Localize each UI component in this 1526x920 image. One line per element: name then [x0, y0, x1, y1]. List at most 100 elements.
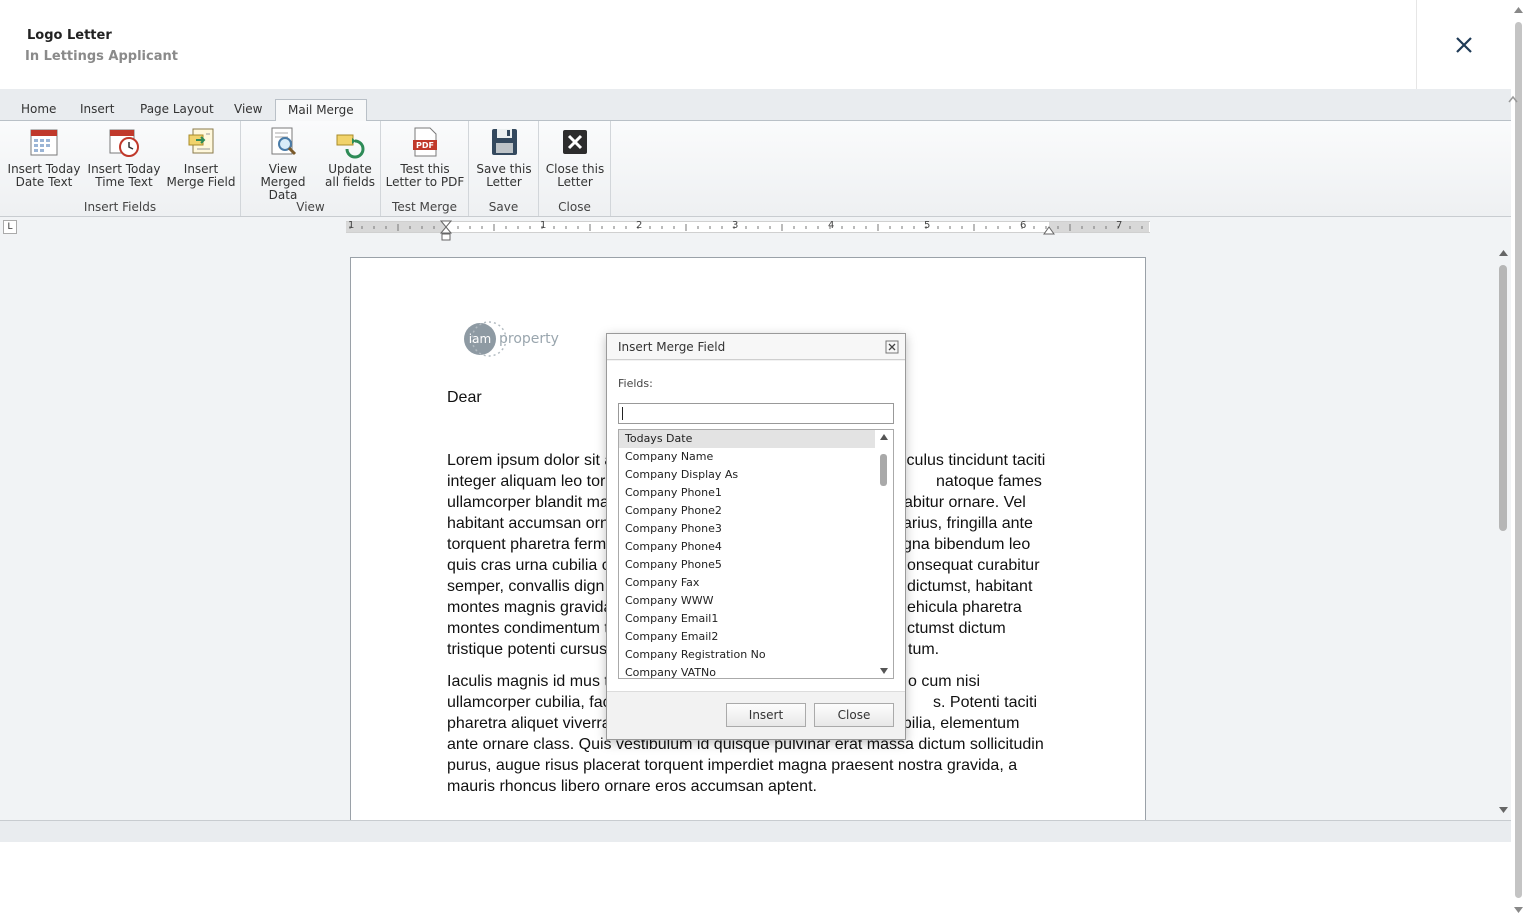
document-scrollbar-thumb[interactable] — [1499, 265, 1507, 531]
group-label-view: View — [296, 200, 325, 214]
line-text-right: gna bibendum leo — [903, 536, 1031, 553]
calendar-icon — [30, 129, 58, 156]
update-all-fields-button[interactable]: Update all fields — [323, 125, 377, 189]
group-insert-fields: Insert Today Date Text Insert Today Time… — [0, 121, 241, 216]
dialog-header: Logo Letter In Lettings Applicant — [0, 0, 1511, 89]
salutation: Dear — [447, 389, 482, 406]
insert-merge-field-label-2: Merge Field — [166, 175, 236, 189]
insert-today-time-label-2: Time Text — [95, 175, 153, 189]
list-scrollbar[interactable] — [875, 430, 893, 678]
right-indent-marker-icon[interactable] — [1043, 226, 1055, 236]
close-letter-button[interactable]: Close this Letter — [543, 125, 607, 189]
merge-field-item[interactable]: Company Email1 — [619, 610, 875, 628]
line-text: purus, augue risus placerat torquent imp… — [447, 757, 1018, 774]
merge-field-item[interactable]: Company Fax — [619, 574, 875, 592]
close-button[interactable]: Close — [814, 703, 894, 727]
paragraph-line: mauris rhoncus libero ornare eros accums… — [447, 776, 1052, 797]
close-box-icon — [563, 130, 587, 154]
merge-field-item[interactable]: Todays Date — [619, 430, 875, 448]
merge-fields-list[interactable]: Todays Date Company Name Company Display A… — [618, 429, 894, 679]
merge-field-item[interactable]: Company WWW — [619, 592, 875, 610]
ruler-number: 1 — [348, 220, 355, 231]
merge-field-item[interactable]: Company Phone2 — [619, 502, 875, 520]
insert-today-time-button[interactable]: Insert Today Time Text — [86, 125, 162, 189]
line-text: Iaculis magnis id mus t — [447, 673, 609, 690]
group-label-close: Close — [558, 200, 591, 214]
merge-field-item[interactable]: Company Name — [619, 448, 875, 466]
tab-home[interactable]: Home — [16, 99, 61, 121]
view-merged-label-1: View Merged — [260, 162, 306, 189]
text-caret — [622, 407, 623, 420]
ruler-number: 4 — [828, 220, 835, 231]
calendar-clock-icon — [109, 129, 139, 157]
line-text-right: s. Potenti taciti — [933, 694, 1038, 711]
logo-text-iam: iam — [469, 332, 491, 346]
paragraph-line: purus, augue risus placerat torquent imp… — [447, 755, 1052, 776]
refresh-fields-icon — [336, 134, 365, 159]
line-text-right: abitur ornare. Vel — [904, 494, 1026, 511]
dialog-close-icon[interactable] — [885, 339, 899, 354]
document-scrollbar[interactable] — [1496, 241, 1511, 820]
merge-field-item[interactable]: Company Display As — [619, 466, 875, 484]
ribbon: Insert Today Date Text Insert Today Time… — [0, 121, 1511, 217]
indent-marker-icon[interactable] — [440, 220, 452, 242]
line-text-right: ubilia, elementum — [894, 715, 1020, 732]
horizontal-ruler[interactable]: 1 1 2 3 4 5 6 7 — [346, 220, 1150, 241]
fields-search-input[interactable] — [618, 403, 894, 424]
tab-insert[interactable]: Insert — [75, 99, 119, 121]
merge-field-item[interactable]: Company Phone5 — [619, 556, 875, 574]
save-disk-icon — [492, 129, 517, 155]
merge-field-item[interactable]: Company Phone1 — [619, 484, 875, 502]
save-letter-label-2: Letter — [486, 175, 522, 189]
insert-today-date-button[interactable]: Insert Today Date Text — [6, 125, 82, 189]
line-text: pharetra aliquet viverra — [447, 715, 611, 732]
close-letter-label-2: Letter — [557, 175, 593, 189]
test-pdf-label-2: Letter to PDF — [385, 175, 465, 189]
window-scrollbar[interactable] — [1511, 0, 1526, 920]
line-text-right: ehicula pharetra — [907, 599, 1022, 616]
insert-merge-field-dialog: Insert Merge Field Fields: Todays Date Co… — [606, 333, 906, 740]
save-letter-button[interactable]: Save this Letter — [473, 125, 535, 189]
ruler-number: 7 — [1116, 220, 1123, 231]
line-text: tristique potenti cursus — [447, 641, 608, 658]
logo-text-property: property — [499, 331, 559, 347]
letter-subtitle: In Lettings Applicant — [25, 49, 178, 64]
line-text: integer aliquam leo tor — [447, 473, 606, 490]
svg-text:PDF: PDF — [416, 141, 434, 150]
update-all-fields-label-2: all fields — [325, 175, 375, 189]
group-close: Close this Letter Close — [539, 121, 611, 216]
tab-stop-selector[interactable]: L — [3, 220, 17, 234]
merge-field-item[interactable]: Company Phone3 — [619, 520, 875, 538]
group-label-save: Save — [488, 200, 519, 214]
insert-button[interactable]: Insert — [726, 703, 806, 727]
tab-page-layout[interactable]: Page Layout — [135, 99, 219, 121]
tab-view[interactable]: View — [229, 99, 267, 121]
line-text-right: natoque fames — [936, 473, 1042, 490]
line-text: habitant accumsan orn — [447, 515, 609, 532]
line-text: torquent pharetra ferm — [447, 536, 607, 553]
merge-field-icon — [188, 128, 214, 154]
line-text-right: o cum nisi — [908, 673, 981, 690]
ruler-number: 6 — [1020, 220, 1027, 231]
letter-title: Logo Letter — [27, 28, 112, 43]
dialog-body: Fields: Todays Date Company Name Company D… — [607, 361, 905, 691]
line-text: montes condimentum t — [447, 620, 609, 637]
merge-field-item[interactable]: Company Email2 — [619, 628, 875, 646]
line-text: Lorem ipsum dolor sit a — [447, 452, 614, 469]
merge-field-item[interactable]: Company VATNo — [619, 664, 875, 678]
list-scrollbar-thumb[interactable] — [880, 454, 887, 486]
collapse-ribbon-icon[interactable] — [1508, 95, 1518, 106]
line-text-right: arius, fringilla ante — [903, 515, 1033, 532]
merge-field-item[interactable]: Company Registration No — [619, 646, 875, 664]
line-text: montes magnis gravida — [447, 599, 613, 616]
view-merged-data-button[interactable]: View Merged Data — [246, 125, 320, 202]
group-save: Save this Letter Save — [469, 121, 539, 216]
close-icon[interactable] — [1449, 30, 1479, 60]
dialog-titlebar[interactable]: Insert Merge Field — [607, 334, 905, 360]
fields-label: Fields: — [618, 377, 653, 390]
test-letter-pdf-button[interactable]: PDF Test this Letter to PDF — [385, 125, 465, 189]
merge-field-item[interactable]: Company Phone4 — [619, 538, 875, 556]
tab-mail-merge[interactable]: Mail Merge — [275, 99, 367, 122]
window-scrollbar-thumb[interactable] — [1515, 22, 1522, 898]
insert-merge-field-button[interactable]: Insert Merge Field — [166, 125, 236, 189]
